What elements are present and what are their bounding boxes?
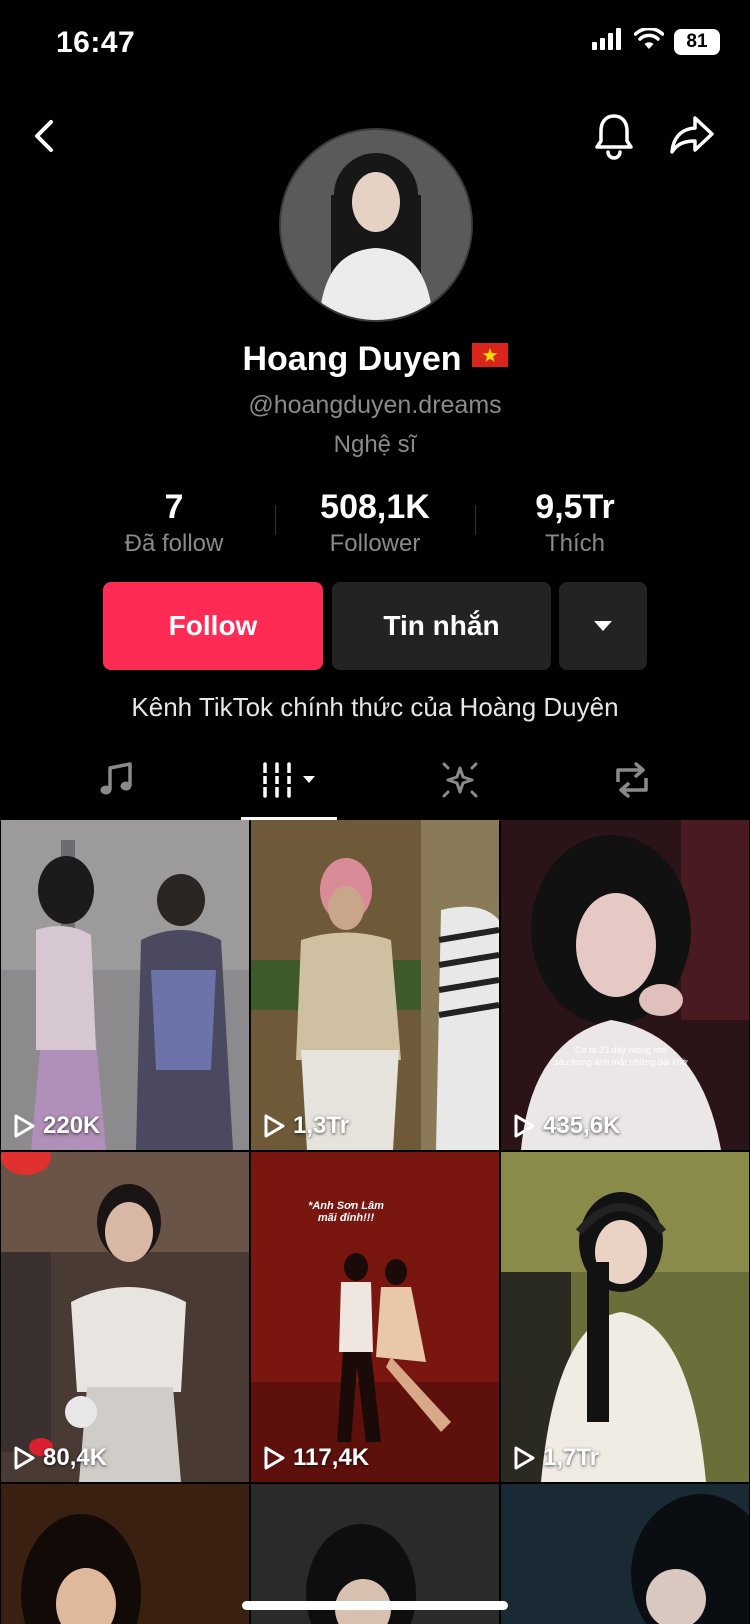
view-count-text: 220K	[43, 1112, 101, 1139]
play-icon	[264, 1114, 285, 1138]
view-count-text: 1,3Tr	[293, 1112, 350, 1139]
thumbnail-image	[1, 1152, 249, 1482]
tab-music[interactable]	[22, 740, 209, 820]
view-count: 1,7Tr	[513, 1444, 599, 1472]
view-count: 435,6K	[513, 1112, 620, 1140]
thumbnail-image	[501, 820, 749, 1150]
profile-name-row: Hoang Duyen	[0, 340, 750, 379]
music-note-icon	[100, 762, 132, 795]
stat-likes[interactable]: 9,5Tr Thích	[475, 488, 675, 558]
stat-value: 508,1K	[320, 488, 430, 526]
view-count: 220K	[13, 1112, 100, 1140]
message-button[interactable]: Tin nhắn	[332, 582, 551, 670]
share-button[interactable]	[664, 108, 720, 164]
status-bar: 16:47 81	[0, 0, 750, 90]
more-options-button[interactable]	[559, 582, 647, 670]
view-count-text: 1,7Tr	[543, 1444, 600, 1471]
home-indicator[interactable]	[242, 1601, 508, 1610]
profile-category: Nghệ sĩ	[333, 431, 417, 458]
play-icon	[14, 1114, 35, 1138]
videos-grid-icon	[260, 762, 315, 798]
vietnam-flag-icon	[471, 343, 508, 367]
profile-bio: Kênh TikTok chính thức của Hoàng Duyên	[131, 692, 619, 722]
tab-reposts[interactable]	[538, 740, 725, 820]
view-count-text: 117,4K	[293, 1444, 370, 1471]
view-count: 1,3Tr	[263, 1112, 349, 1140]
video-caption-text: *Anh Sơn Lâm mãi đỉnh!!!	[308, 1200, 384, 1224]
stat-value: 7	[164, 488, 184, 526]
play-icon	[514, 1114, 535, 1138]
notification-bell-button[interactable]	[586, 108, 642, 164]
stat-value: 9,5Tr	[535, 488, 615, 526]
video-thumbnail[interactable]: 1,7Tr	[501, 1152, 749, 1482]
stat-label: Thích	[544, 530, 606, 557]
tab-videos[interactable]	[195, 740, 382, 820]
sparkle-icon	[442, 762, 477, 798]
content-tabs	[0, 740, 750, 821]
thumbnail-image	[1, 820, 249, 1150]
video-thumbnail[interactable]: 220K	[1, 820, 249, 1150]
stat-followers[interactable]: 508,1K Follower	[275, 488, 475, 558]
status-icons: 81	[592, 26, 720, 55]
thumbnail-image	[501, 1152, 749, 1482]
video-thumbnail[interactable]: *Anh Sơn Lâm mãi đỉnh!!! 117,4K	[251, 1152, 499, 1482]
video-caption: *Anh Sơn Lâm mãi đỉnh!!!	[291, 1200, 401, 1224]
profile-handle: @hoangduyen.dreams	[248, 391, 502, 419]
bell-icon	[595, 114, 633, 160]
avatar-image	[281, 130, 471, 320]
view-count-text: 80,4K	[43, 1444, 108, 1471]
video-thumbnail[interactable]: Có ta 23 dây mong mơ sâu trong ánh mắt n…	[501, 820, 749, 1150]
stat-following[interactable]: 7 Đã follow	[74, 488, 274, 558]
profile-avatar[interactable]	[279, 128, 473, 322]
view-count-text: 435,6K	[543, 1112, 621, 1139]
back-button[interactable]	[16, 108, 72, 164]
thumbnail-image	[1, 1484, 249, 1624]
stat-label: Đã follow	[124, 530, 224, 557]
repost-icon	[615, 762, 648, 798]
stat-label: Follower	[329, 530, 421, 557]
video-thumbnail[interactable]: 80,4K	[1, 1152, 249, 1482]
battery-indicator: 81	[674, 28, 720, 55]
wifi-icon	[633, 26, 665, 55]
play-icon	[264, 1446, 285, 1470]
video-caption: Có ta 23 dây mong mơ sâu trong ánh mắt n…	[531, 1044, 711, 1068]
play-icon	[14, 1446, 35, 1470]
thumbnail-image	[501, 1484, 749, 1624]
view-count: 117,4K	[263, 1444, 369, 1472]
video-caption-text: Có ta 23 dây mong mơ sâu trong ánh mắt n…	[554, 1045, 688, 1067]
triangle-down-icon	[594, 621, 612, 631]
video-thumbnail[interactable]: 1,3Tr	[251, 820, 499, 1150]
follow-button[interactable]: Follow	[103, 582, 323, 670]
play-icon	[514, 1446, 535, 1470]
view-count: 80,4K	[13, 1444, 107, 1472]
video-thumbnail[interactable]	[1, 1484, 249, 1624]
back-arrow-icon	[35, 120, 53, 152]
status-time: 16:47	[56, 26, 136, 59]
profile-name: Hoang Duyen	[242, 340, 462, 378]
thumbnail-image	[251, 820, 499, 1150]
signal-icon	[592, 28, 624, 55]
tab-favorites[interactable]	[366, 740, 553, 820]
share-arrow-icon	[670, 116, 714, 154]
video-thumbnail[interactable]	[501, 1484, 749, 1624]
